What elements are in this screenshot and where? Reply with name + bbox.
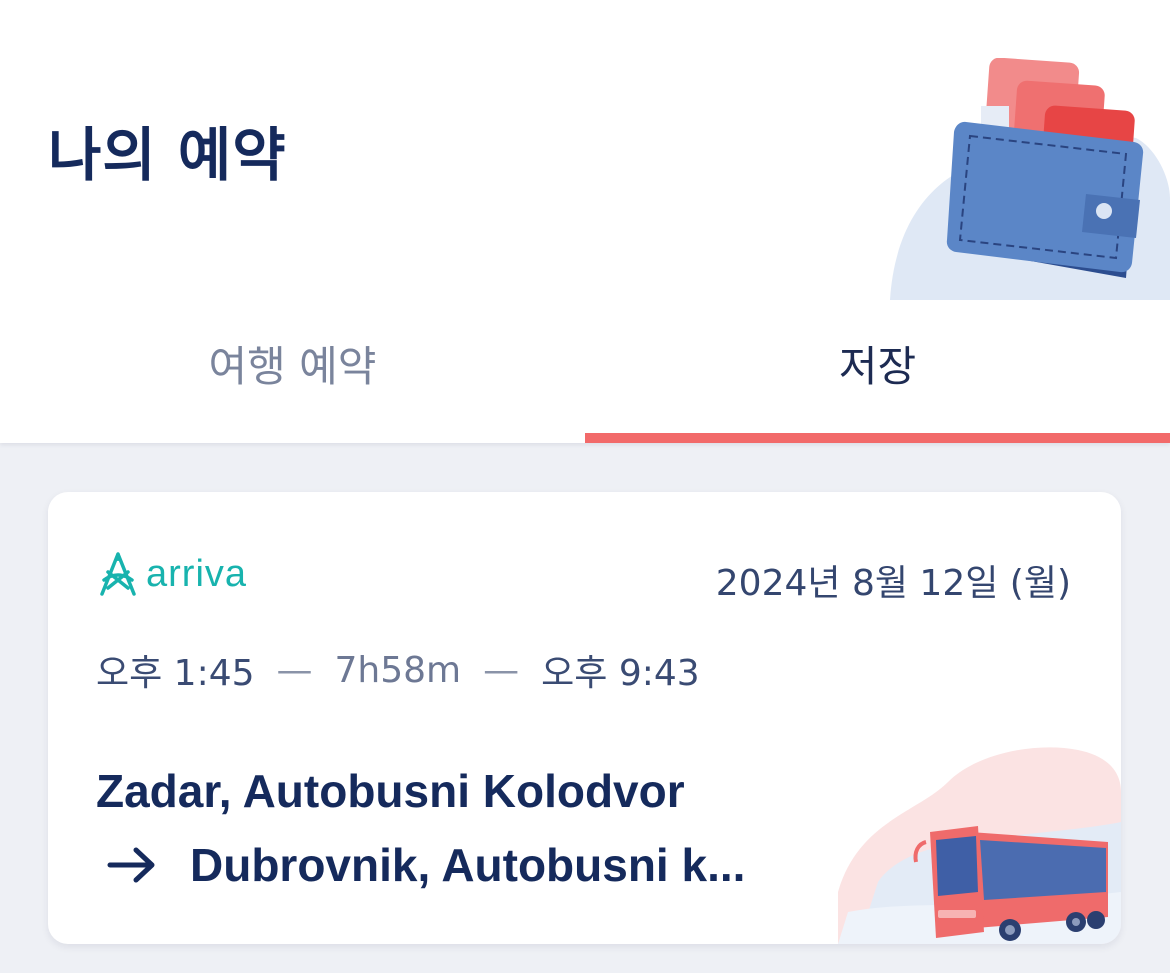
page-title: 나의 예약 — [48, 121, 287, 189]
arriva-logo-icon — [100, 552, 136, 596]
separator: — — [276, 649, 313, 691]
header: 나의 예약 여행 예약 저장 — [0, 0, 1170, 443]
separator: — — [483, 649, 520, 691]
time-row: 오후 1:45 — 7h58m — 오후 9:43 — [96, 644, 700, 696]
saved-trip-card[interactable]: arriva 2024년 8월 12일 (월) 오후 1:45 — 7h58m … — [48, 492, 1121, 944]
departure-time: 오후 1:45 — [96, 653, 255, 694]
tab-saved[interactable]: 저장 — [585, 300, 1170, 443]
tab-bar: 여행 예약 저장 — [0, 300, 1170, 443]
operator-logo: arriva — [94, 550, 247, 598]
arrival-time: 오후 9:43 — [541, 653, 700, 694]
bus-illustration — [838, 747, 1121, 944]
origin-station: Zadar, Autobusni Kolodvor — [96, 765, 685, 817]
trip-duration: 7h58m — [334, 649, 462, 691]
tab-trip-bookings[interactable]: 여행 예약 — [0, 300, 585, 443]
arrow-right-icon — [107, 847, 155, 883]
active-tab-indicator — [585, 433, 1170, 443]
tab-label: 저장 — [838, 342, 917, 391]
destination-station: Dubrovnik, Autobusni k... — [190, 839, 746, 891]
operator-name: arriva — [146, 552, 248, 595]
trip-date: 2024년 8월 12일 (월) — [715, 563, 1071, 604]
wallet-illustration — [890, 58, 1170, 300]
destination-row: Dubrovnik, Autobusni k... — [106, 838, 745, 892]
tab-label: 여행 예약 — [208, 342, 377, 391]
